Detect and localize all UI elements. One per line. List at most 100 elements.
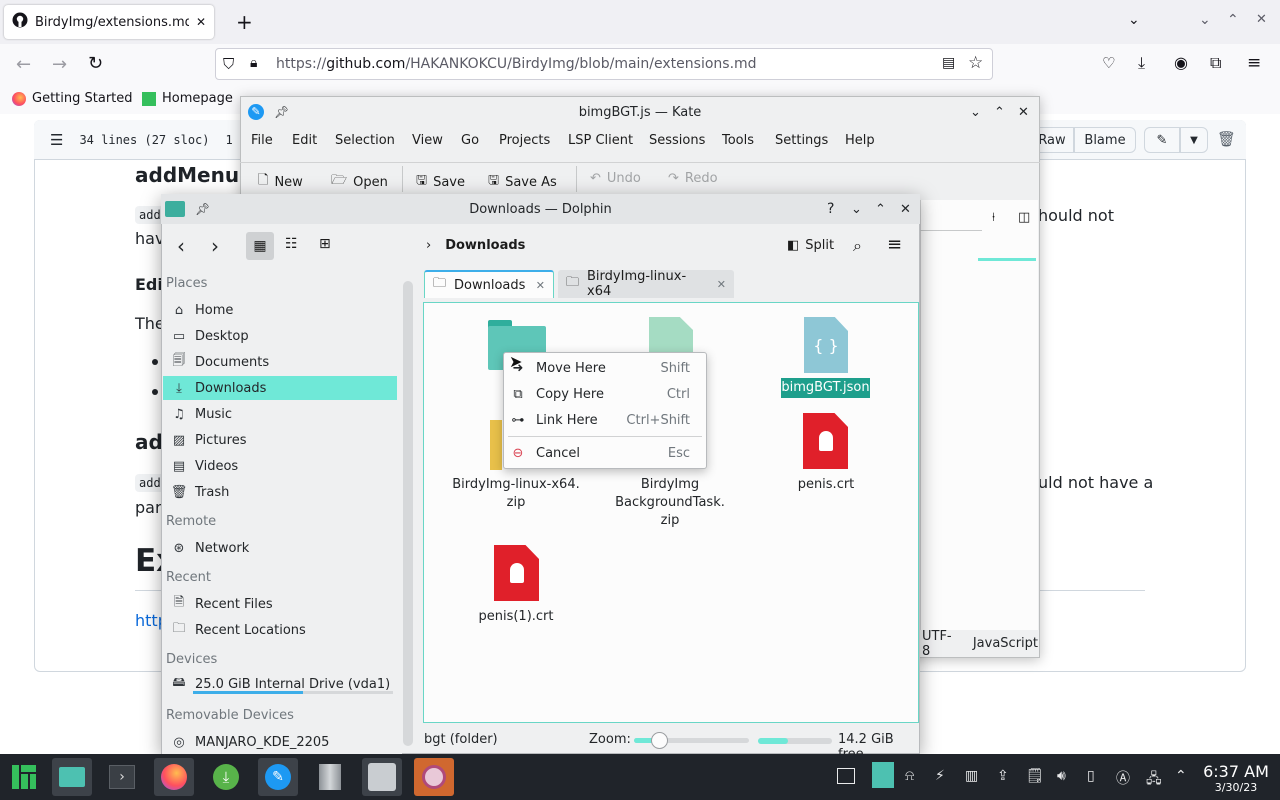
close-tab-icon[interactable]: ✕ [196,15,206,29]
place-downloads[interactable]: ⤓ Downloads [163,376,397,400]
konsole-task[interactable]: › [102,758,142,796]
clipboard-history-icon[interactable]: 🗒︎ [1026,768,1044,784]
certificate-icon[interactable] [494,545,539,601]
place-videos[interactable]: ▤ Videos [163,454,397,478]
ark-task[interactable] [310,758,350,796]
close-icon[interactable]: ✕ [900,202,911,217]
places-scrollbar[interactable] [403,281,413,746]
menu-help[interactable]: Help [845,133,875,148]
place-documents[interactable]: 🗐︎ Documents [163,350,397,374]
blame-button[interactable]: Blame [1074,127,1136,153]
file-label[interactable]: BirdyImg-linux-x64. zip [446,476,586,512]
file-label[interactable]: penis(1).crt [446,608,586,626]
new-button[interactable]: 🗋︎ New [258,171,303,193]
bookmark-star-icon[interactable]: ☆ [968,53,983,73]
place-pictures[interactable]: ▨ Pictures [163,428,397,452]
zoom-slider[interactable] [634,732,749,749]
usb-icon[interactable]: ▯ [1087,768,1095,784]
sidebar-icon[interactable]: ⍿ [992,210,995,225]
details-view-icon[interactable]: ⊞ [319,236,331,252]
updates-icon[interactable]: ⇪ [997,768,1009,784]
kate-editor-area[interactable] [920,200,1038,630]
place-recent-locations[interactable]: 🗀︎ Recent Locations [163,618,397,642]
place-network[interactable]: ⊛ Network [163,536,397,560]
lock-icon[interactable]: 🔒︎ [250,55,257,71]
minimize-window-icon[interactable]: ⌄ [1199,12,1211,28]
bookmark-getting-started[interactable]: Getting Started [12,91,133,106]
forward-icon[interactable]: → [52,54,67,75]
close-window-icon[interactable]: ✕ [1256,12,1267,27]
tab-downloads[interactable]: 🗀︎ Downloads ✕ [424,270,554,298]
reader-view-icon[interactable]: ▤ [942,55,955,71]
shield-icon[interactable]: ⛉ [223,55,234,73]
menu-projects[interactable]: Projects [499,133,550,148]
maximize-icon[interactable]: ⌃ [875,202,886,217]
menu-selection[interactable]: Selection [335,133,395,148]
pin-icon[interactable]: 📌︎ [274,105,289,119]
downloader-task[interactable]: ⤓ [206,758,246,796]
breadcrumb[interactable]: › Downloads [426,238,525,253]
help-icon[interactable]: ? [827,201,834,217]
account-icon[interactable]: ◉ [1174,53,1188,72]
zip-file-icon[interactable] [490,420,502,470]
menu-icon[interactable]: ≡ [1247,53,1261,73]
language-label[interactable]: JavaScript [973,636,1038,651]
app-task[interactable] [414,758,454,796]
outline-icon[interactable]: ☰ [50,131,63,149]
back-icon[interactable]: ‹ [177,234,185,258]
forward-icon[interactable]: › [211,234,219,258]
pin-icon[interactable]: 📌︎ [195,202,210,216]
menu-view[interactable]: View [412,133,443,148]
back-icon[interactable]: ← [16,54,31,75]
split-view-icon[interactable]: ◫ [1018,210,1030,225]
trash-icon[interactable]: 🗑︎ [1217,130,1236,148]
pager-icon[interactable] [872,762,894,788]
file-label[interactable]: BirdyImg BackgroundTask. zip [600,476,740,530]
menu-go[interactable]: Go [461,133,479,148]
reload-icon[interactable]: ↻ [88,53,103,74]
place-home[interactable]: ⌂ Home [163,298,397,322]
application-launcher[interactable] [4,758,44,796]
extensions-icon[interactable]: ⧉ [1210,53,1221,73]
edit-dropdown-button[interactable]: ▼ [1180,127,1208,153]
redo-button[interactable]: ↷ Redo [668,171,718,186]
link-here-item[interactable]: ⊶ Link Here Ctrl+Shift [510,408,700,432]
tab-birdyimg-linux[interactable]: 🗀︎ BirdyImg-linux-x64 ✕ [558,269,734,299]
compact-view-icon[interactable]: ☷ [285,236,298,252]
bookmark-homepage[interactable]: Homepage [142,91,233,106]
menu-lsp-client[interactable]: LSP Client [568,133,633,148]
minimize-icon[interactable]: ⌄ [851,202,862,217]
pocket-icon[interactable]: ♡ [1102,54,1115,72]
split-button[interactable]: ◧ Split [787,238,834,253]
connect-icon[interactable]: ⚡︎ [935,768,945,784]
open-button[interactable]: 🗁︎ Open [331,171,388,193]
kate-task[interactable]: ✎ [258,758,298,796]
close-icon[interactable]: ✕ [1018,105,1029,120]
minimize-icon[interactable]: ⌄ [970,105,981,120]
browser-tab[interactable]: BirdyImg/extensions.md at ✕ [4,5,214,39]
close-tab-icon[interactable]: ✕ [536,279,545,292]
edit-button[interactable]: ✎ [1144,127,1180,153]
place-trash[interactable]: 🗑︎ Trash [163,480,397,504]
cancel-item[interactable]: ⊖ Cancel Esc [510,441,700,465]
breadcrumb-current[interactable]: Downloads [445,238,525,253]
menu-tools[interactable]: Tools [722,133,754,148]
menu-settings[interactable]: Settings [775,133,828,148]
clock[interactable]: 6:37 AM 3/30/23 [1200,762,1272,794]
keyboard-icon[interactable]: Ⓐ [1116,768,1130,788]
menu-sessions[interactable]: Sessions [649,133,705,148]
device-removable[interactable]: ◎ MANJARO_KDE_2205 [163,730,397,754]
save-button[interactable]: 🖫︎ Save [416,171,465,193]
new-tab-icon[interactable]: + [236,10,253,34]
file-label-selected[interactable]: bimgBGT.json [781,378,870,398]
show-desktop-icon[interactable] [837,768,855,784]
certificate-icon[interactable] [803,413,848,469]
place-music[interactable]: ♫ Music [163,402,397,426]
save-as-button[interactable]: 🖫︎ Save As [488,171,557,193]
place-desktop[interactable]: ▭ Desktop [163,324,397,348]
file-label[interactable]: penis.crt [756,476,896,494]
move-here-item[interactable]: ➜ Move Here Shift [510,356,700,380]
zoom-slider-handle[interactable] [651,732,669,749]
copy-here-item[interactable]: ⧉ Copy Here Ctrl [510,382,700,406]
image-viewer-task[interactable] [362,758,402,796]
